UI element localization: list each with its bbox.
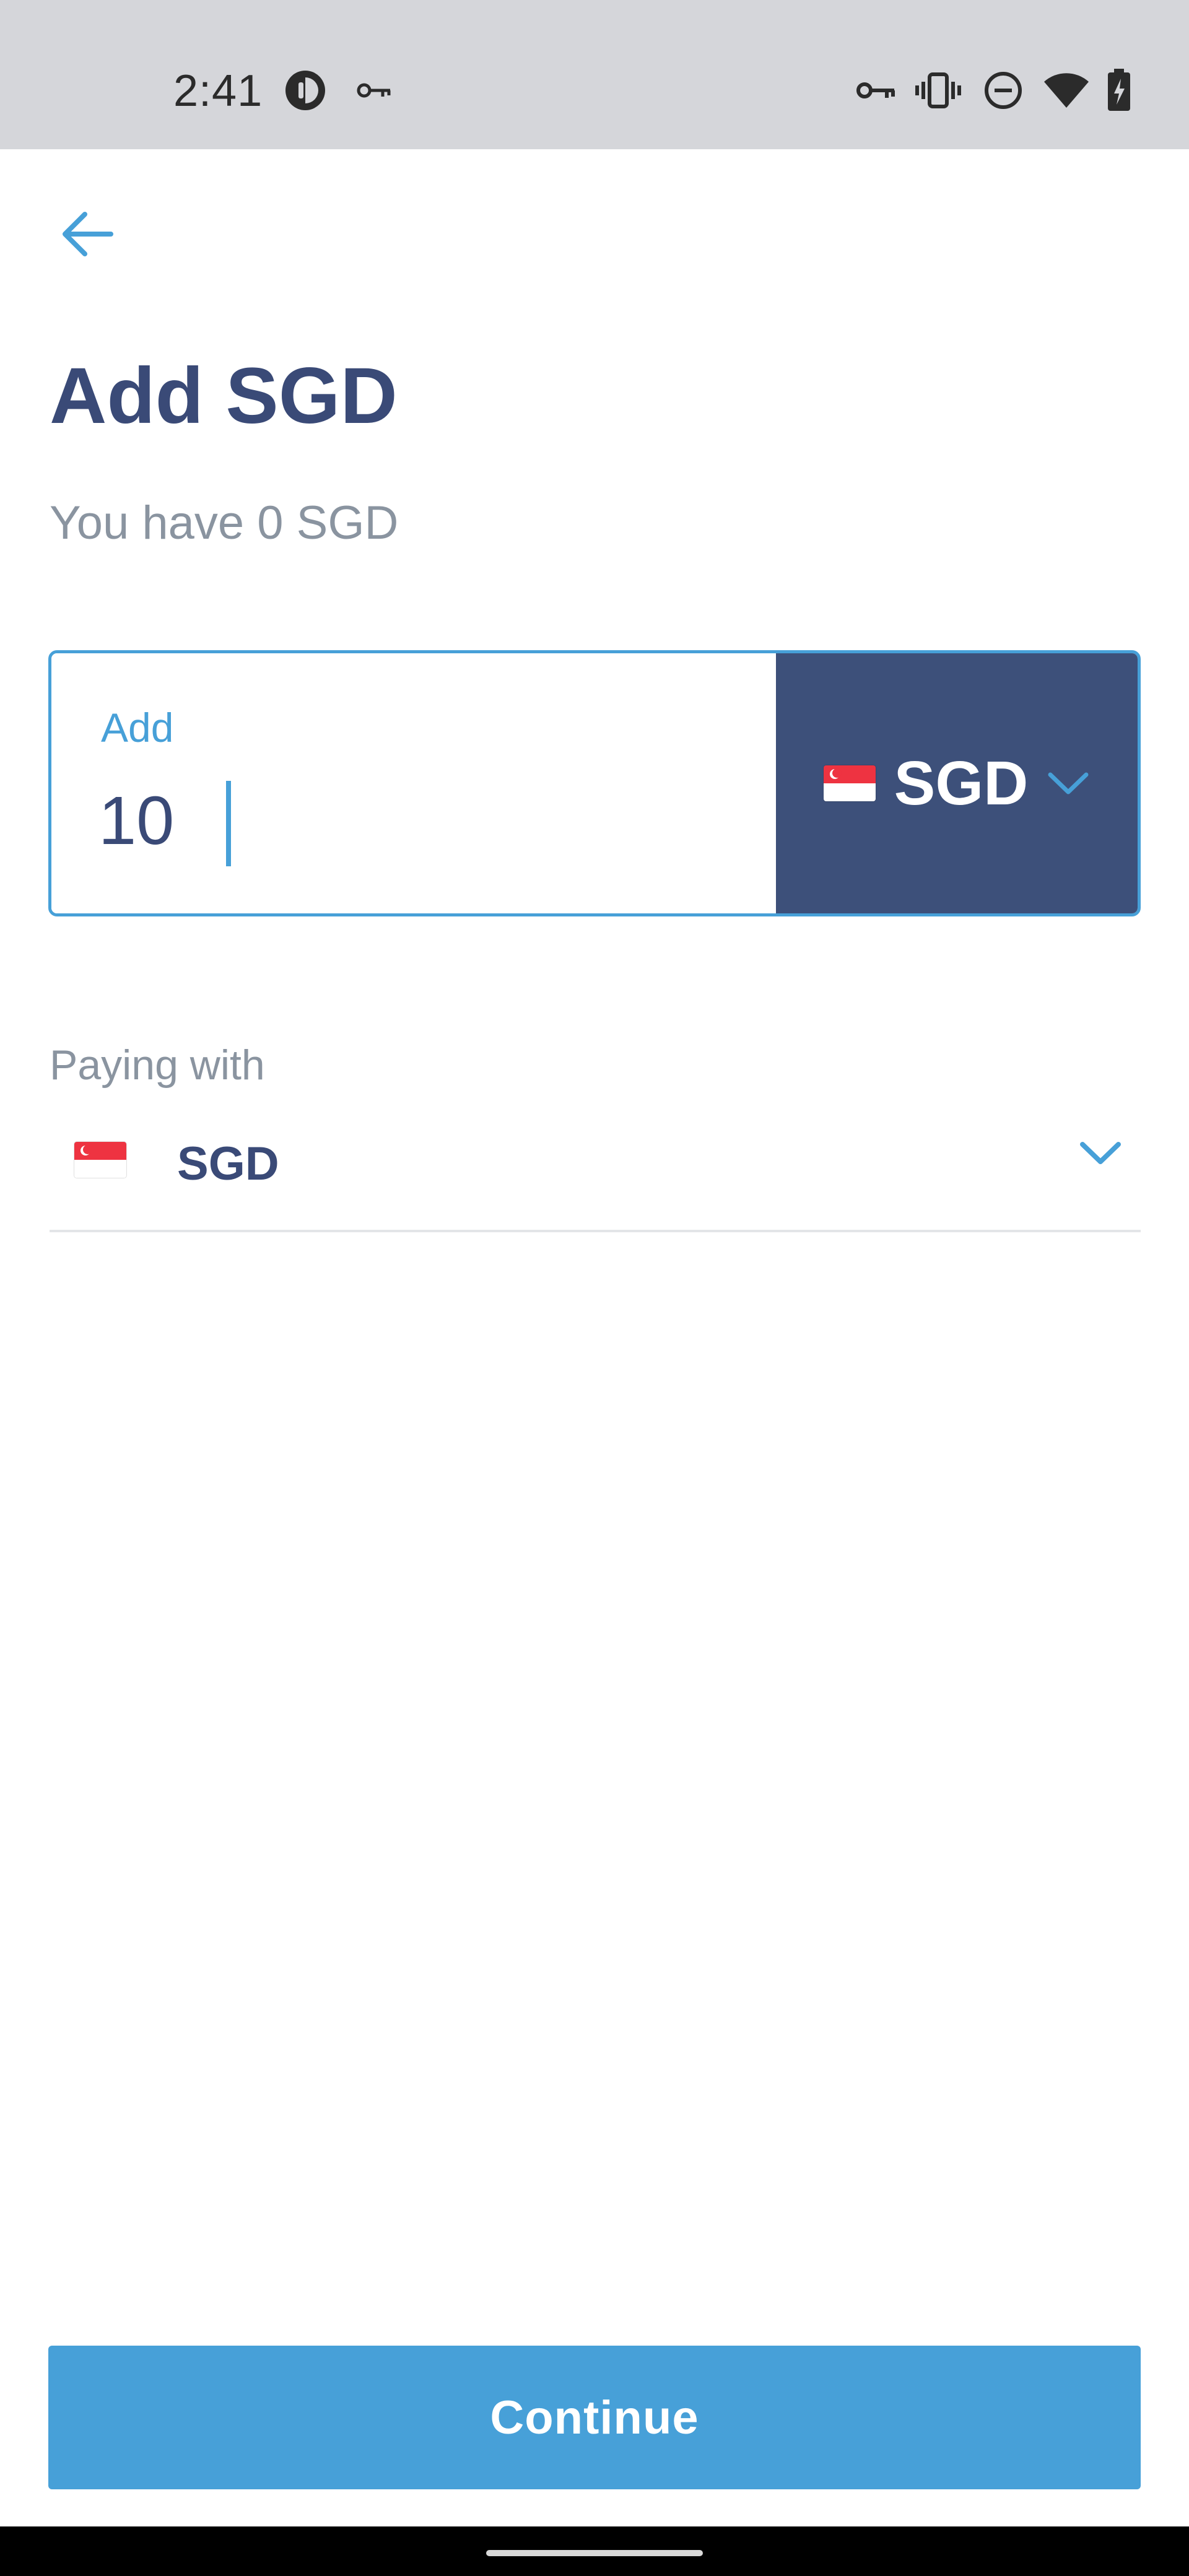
currency-select-button[interactable]: SGD bbox=[776, 653, 1138, 913]
back-button[interactable] bbox=[50, 198, 124, 272]
balance-text: You have 0 SGD bbox=[50, 497, 399, 549]
amount-field[interactable]: Add bbox=[51, 653, 776, 913]
continue-button[interactable]: Continue bbox=[48, 2346, 1141, 2489]
singapore-flag-icon bbox=[74, 1142, 126, 1178]
amount-entry-box: Add SGD bbox=[48, 650, 1141, 916]
battery-charging-icon bbox=[1104, 68, 1135, 113]
home-indicator[interactable] bbox=[486, 2550, 703, 2556]
paying-with-currency: SGD bbox=[177, 1138, 279, 1190]
chevron-down-icon bbox=[1079, 1139, 1122, 1170]
wifi-icon bbox=[1042, 68, 1091, 113]
vibrate-icon bbox=[913, 68, 963, 113]
system-nav-bar bbox=[0, 2526, 1189, 2576]
amount-label: Add bbox=[101, 705, 174, 751]
paying-with-select[interactable]: SGD bbox=[50, 1121, 1141, 1232]
page-title: Add SGD bbox=[50, 352, 398, 440]
text-caret bbox=[226, 781, 231, 866]
status-time: 2:41 bbox=[173, 66, 263, 116]
amount-input[interactable] bbox=[98, 777, 718, 864]
status-bar: 2:41 bbox=[0, 0, 1189, 149]
paying-with-label: Paying with bbox=[50, 1042, 265, 1089]
currency-code: SGD bbox=[894, 749, 1029, 818]
app-circle-icon bbox=[282, 68, 329, 113]
do-not-disturb-icon bbox=[982, 68, 1025, 113]
vpn-key-icon bbox=[855, 68, 898, 113]
singapore-flag-icon bbox=[823, 765, 876, 801]
chevron-down-icon bbox=[1047, 770, 1090, 797]
arrow-left-icon bbox=[59, 209, 115, 262]
key-icon bbox=[356, 68, 393, 113]
